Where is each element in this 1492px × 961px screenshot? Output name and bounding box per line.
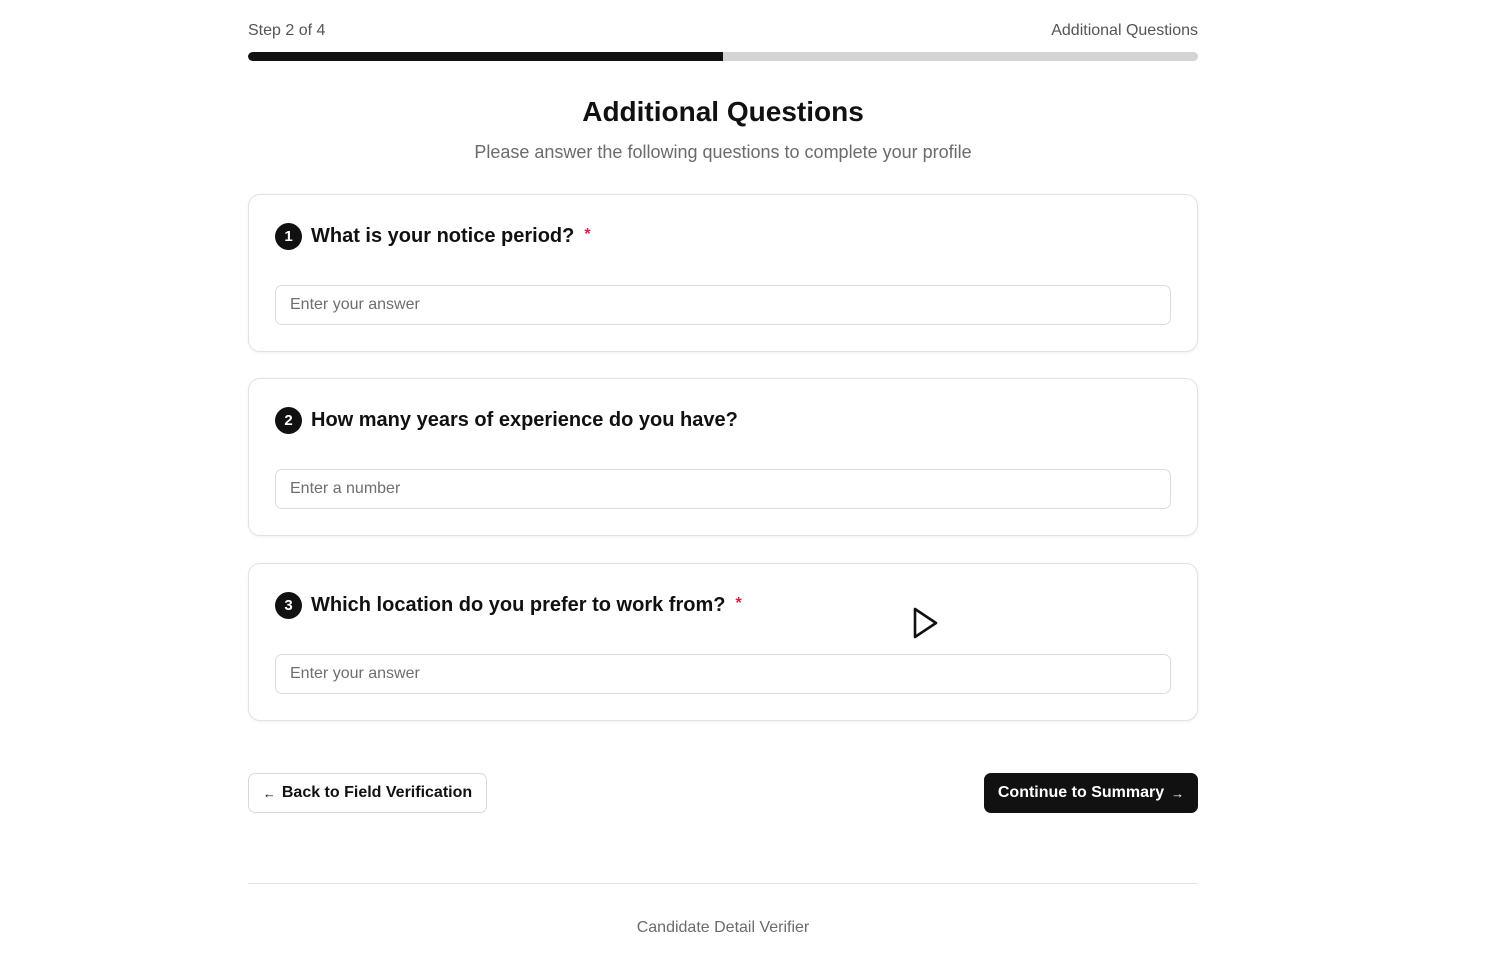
notice-period-input[interactable] — [275, 285, 1171, 325]
question-card-3: 3 Which location do you prefer to work f… — [248, 563, 1198, 721]
question-number-badge: 1 — [275, 223, 302, 250]
question-card-2: 2 How many years of experience do you ha… — [248, 378, 1198, 536]
progress-header: Step 2 of 4 Additional Questions — [248, 20, 1198, 42]
step-indicator: Step 2 of 4 — [248, 22, 326, 39]
question-number-badge: 3 — [275, 592, 302, 619]
mouse-cursor-icon — [913, 607, 938, 639]
footer-text: Candidate Detail Verifier — [636, 919, 810, 936]
question-card-1: 1 What is your notice period? * — [248, 194, 1198, 352]
question-header: 3 Which location do you prefer to work f… — [275, 592, 742, 619]
progress-bar — [248, 52, 1198, 61]
question-number-badge: 2 — [275, 407, 302, 434]
required-asterisk: * — [584, 225, 591, 243]
experience-years-input[interactable] — [275, 469, 1171, 509]
footer-divider — [248, 883, 1198, 884]
question-header: 1 What is your notice period? * — [275, 223, 591, 250]
back-button-label: Back to Field Verification — [281, 784, 473, 801]
page-title: Additional Questions — [582, 96, 864, 127]
preferred-location-input[interactable] — [275, 654, 1171, 694]
question-text: How many years of experience do you have… — [311, 409, 738, 431]
section-label: Additional Questions — [1051, 22, 1198, 39]
question-text: Which location do you prefer to work fro… — [311, 594, 726, 616]
progress-bar-fill — [248, 52, 723, 61]
continue-button[interactable]: Continue to Summary → — [984, 773, 1198, 813]
arrow-right-icon: → — [1171, 785, 1185, 801]
arrow-left-icon: ← — [262, 785, 276, 801]
continue-button-label: Continue to Summary — [997, 784, 1165, 801]
question-text: What is your notice period? — [311, 225, 575, 247]
required-asterisk: * — [735, 594, 742, 612]
page-subtitle: Please answer the following questions to… — [474, 142, 972, 162]
question-header: 2 How many years of experience do you ha… — [275, 407, 738, 434]
back-button[interactable]: ← Back to Field Verification — [248, 773, 487, 813]
